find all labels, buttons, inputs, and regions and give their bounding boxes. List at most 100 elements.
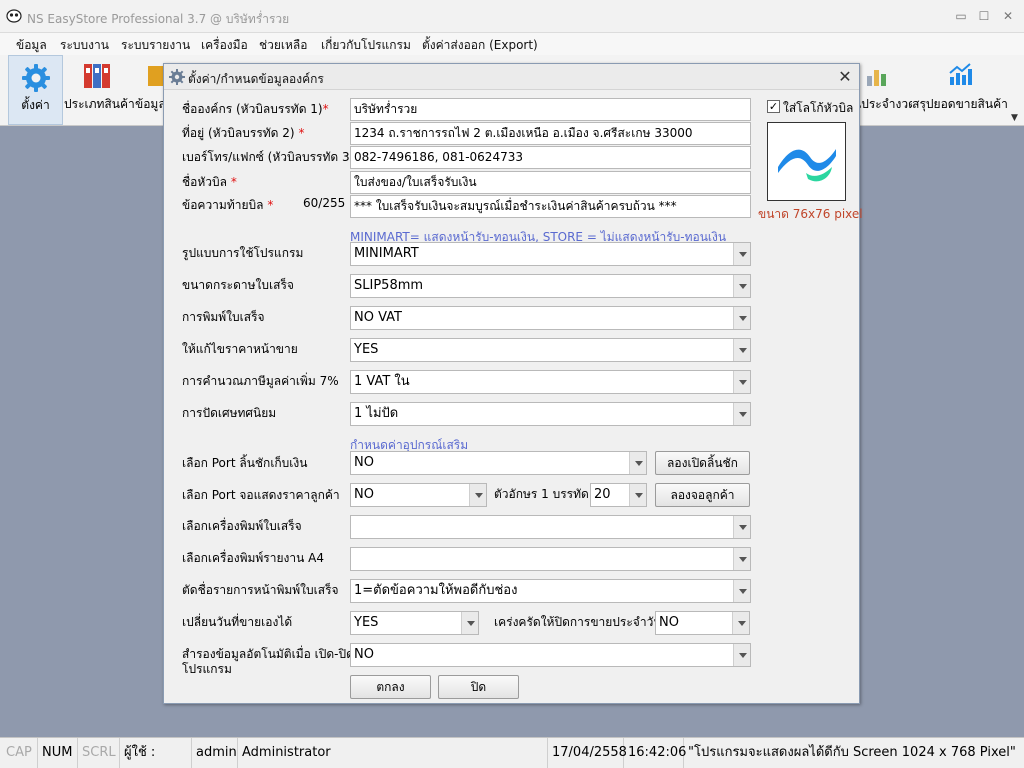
receipt-printer-select[interactable] bbox=[350, 515, 751, 539]
footer-label: ข้อความท้ายบิล * bbox=[182, 198, 274, 212]
bill-title-label: ชื่อหัวบิล * bbox=[182, 175, 237, 189]
toolbar-label: ประเภทสินค้า bbox=[64, 97, 135, 111]
status-message: "โปรแกรมจะแสดงผลได้ดีกับ Screen 1024 x 7… bbox=[688, 745, 1016, 760]
rounding-label: การปัดเศษทศนิยม bbox=[182, 406, 277, 420]
chevron-down-icon bbox=[733, 516, 750, 538]
report-printer-label: เลือกเครื่องพิมพ์รายงาน A4 bbox=[182, 551, 324, 565]
logo-checkbox-label: ใส่โลโก้หัวบิล bbox=[783, 101, 854, 115]
footer-input[interactable]: *** ใบเสร็จรับเงินจะสมบูรณ์เมื่อชำระเงิน… bbox=[350, 195, 751, 218]
gear-icon bbox=[21, 64, 50, 92]
chevron-down-icon bbox=[733, 243, 750, 265]
bill-title-input[interactable]: ใบส่งของ/ใบเสร็จรับเงิน bbox=[350, 171, 751, 194]
user-id: admin bbox=[192, 738, 238, 768]
edit-price-label: ให้แก้ไขราคาหน้าขาย bbox=[182, 342, 298, 356]
toolbar-label: ตั้งค่า bbox=[21, 98, 50, 112]
close-button[interactable]: ปิด bbox=[438, 675, 519, 699]
edit-price-select[interactable]: YES bbox=[350, 338, 751, 362]
dialog-gear-icon bbox=[169, 69, 185, 85]
report-printer-select[interactable] bbox=[350, 547, 751, 571]
chars-per-line-select[interactable]: 20 bbox=[590, 483, 647, 507]
vat-calc-select[interactable]: 1 VAT ใน bbox=[350, 370, 751, 394]
backup-select[interactable]: NO bbox=[350, 643, 751, 667]
dialog-close-icon[interactable]: ✕ bbox=[835, 67, 855, 87]
test-display-button[interactable]: ลองจอลูกค้า bbox=[655, 483, 750, 507]
logo-wave-icon bbox=[778, 149, 836, 182]
chars-per-line-label: ตัวอักษร 1 บรรทัด bbox=[494, 487, 589, 501]
receipt-print-label: การพิมพ์ใบเสร็จ bbox=[182, 310, 265, 324]
strict-close-select[interactable]: NO bbox=[655, 611, 750, 635]
receipt-print-select[interactable]: NO VAT bbox=[350, 306, 751, 330]
chevron-down-icon bbox=[733, 403, 750, 425]
menu-system[interactable]: ระบบงาน bbox=[60, 36, 109, 55]
address-input[interactable]: 1234 ถ.ราชการรถไฟ 2 ต.เมืองเหนือ อ.เมือง… bbox=[350, 122, 751, 145]
chevron-down-icon bbox=[733, 275, 750, 297]
toolbar-overflow-icon[interactable]: ▼ bbox=[1011, 113, 1018, 123]
menu-bar: ข้อมูล ระบบงาน ระบบรายงาน เครื่องมือ ช่ว… bbox=[0, 33, 1024, 55]
minimize-button[interactable]: ▭ bbox=[952, 8, 970, 24]
drawer-port-select[interactable]: NO bbox=[350, 451, 647, 475]
footer-char-counter: 60/255 bbox=[303, 196, 346, 210]
paper-size-label: ขนาดกระดาษใบเสร็จ bbox=[182, 278, 294, 292]
window-title: NS EasyStore Professional 3.7 @ บริษัทร่… bbox=[27, 12, 290, 26]
toolbar-data-button[interactable]: ข้อมูล bbox=[132, 55, 166, 125]
logo-size-caption: ขนาด 76x76 pixel bbox=[758, 207, 863, 221]
chevron-down-icon bbox=[733, 548, 750, 570]
menu-about[interactable]: เกี่ยวกับโปรแกรม bbox=[321, 36, 411, 55]
dialog-title: ตั้งค่า/กำหนดข้อมูลองค์กร bbox=[188, 72, 324, 86]
caps-lock-indicator: CAP bbox=[2, 738, 38, 768]
status-date: 17/04/2558 bbox=[548, 738, 627, 768]
display-port-label: เลือก Port จอแสดงราคาลูกค้า bbox=[182, 488, 340, 502]
display-port-select[interactable]: NO bbox=[350, 483, 487, 507]
strict-close-label: เคร่งครัดให้ปิดการขายประจำวัน bbox=[494, 615, 662, 629]
menu-data[interactable]: ข้อมูล bbox=[16, 36, 47, 55]
user-name: Administrator bbox=[238, 738, 548, 768]
menu-tools[interactable]: เครื่องมือ bbox=[201, 36, 248, 55]
chevron-down-icon bbox=[732, 612, 749, 634]
toolbar-categories-button[interactable]: ประเภทสินค้า bbox=[64, 55, 135, 125]
program-mode-label: รูปแบบการใช้โปรแกรม bbox=[182, 246, 304, 260]
chevron-down-icon bbox=[629, 452, 646, 474]
menu-help[interactable]: ช่วยเหลือ bbox=[259, 36, 308, 55]
receipt-printer-label: เลือกเครื่องพิมพ์ใบเสร็จ bbox=[182, 519, 302, 533]
toolbar-settings-button[interactable]: ตั้งค่า bbox=[8, 55, 63, 125]
chevron-down-icon bbox=[733, 339, 750, 361]
change-date-label: เปลี่ยนวันที่ขายเองได้ bbox=[182, 615, 293, 629]
address-label: ที่อยู่ (หัวบิลบรรทัด 2) * bbox=[182, 126, 305, 140]
maximize-button[interactable]: ☐ bbox=[975, 8, 993, 24]
org-name-label: ชื่อองค์กร (หัวบิลบรรทัด 1)* bbox=[182, 102, 329, 116]
window-close-button[interactable]: ✕ bbox=[999, 8, 1017, 24]
phone-label: เบอร์โทร/แฟกซ์ (หัวบิลบรรทัด 3)* bbox=[182, 150, 360, 164]
drawer-port-label: เลือก Port ลิ้นชักเก็บเงิน bbox=[182, 456, 308, 470]
toolbar-sales-summary-button[interactable]: สรุปยอดขายสินค้า bbox=[912, 55, 1008, 125]
test-drawer-button[interactable]: ลองเปิดลิ้นชัก bbox=[655, 451, 750, 475]
user-label: ผู้ใช้ : bbox=[120, 738, 192, 768]
chevron-down-icon bbox=[733, 580, 750, 602]
truncate-select[interactable]: 1=ตัดข้อความให้พอดีกับช่อง bbox=[350, 579, 751, 603]
scroll-lock-indicator: SCRL bbox=[78, 738, 120, 768]
program-mode-select[interactable]: MINIMART bbox=[350, 242, 751, 266]
logo-checkbox[interactable]: ✓ bbox=[767, 100, 780, 113]
window-titlebar: NS EasyStore Professional 3.7 @ บริษัทร่… bbox=[0, 0, 1024, 33]
toolbar-label: สรุปยอดขายสินค้า bbox=[912, 97, 1008, 111]
logo-image[interactable] bbox=[767, 122, 846, 201]
menu-reports[interactable]: ระบบรายงาน bbox=[121, 36, 190, 55]
num-lock-indicator: NUM bbox=[38, 738, 78, 768]
toolbar-period-report-button[interactable]: นประจำงวด bbox=[852, 55, 912, 125]
org-name-input[interactable]: บริษัทร่ำรวย bbox=[350, 98, 751, 121]
truncate-label: ตัดชื่อรายการหน้าพิมพ์ใบเสร็จ bbox=[182, 583, 339, 597]
rounding-select[interactable]: 1 ไม่ปัด bbox=[350, 402, 751, 426]
chevron-down-icon bbox=[629, 484, 646, 506]
menu-export[interactable]: ตั้งค่าส่งออก (Export) bbox=[422, 36, 538, 55]
chevron-down-icon bbox=[461, 612, 478, 634]
ok-button[interactable]: ตกลง bbox=[350, 675, 431, 699]
phone-input[interactable]: 082-7496186, 081-0624733 bbox=[350, 146, 751, 169]
status-bar: CAP NUM SCRL ผู้ใช้ : admin Administrato… bbox=[0, 737, 1024, 768]
status-time: 16:42:06 bbox=[624, 738, 686, 768]
change-date-select[interactable]: YES bbox=[350, 611, 479, 635]
dialog-titlebar: ตั้งค่า/กำหนดข้อมูลองค์กร ✕ bbox=[164, 64, 859, 90]
chevron-down-icon bbox=[733, 644, 750, 666]
organization-settings-dialog: ตั้งค่า/กำหนดข้อมูลองค์กร ✕ ชื่อองค์กร (… bbox=[163, 63, 863, 704]
paper-size-select[interactable]: SLIP58mm bbox=[350, 274, 751, 298]
toolbar-label: ข้อมูล bbox=[135, 97, 166, 111]
chevron-down-icon bbox=[733, 307, 750, 329]
